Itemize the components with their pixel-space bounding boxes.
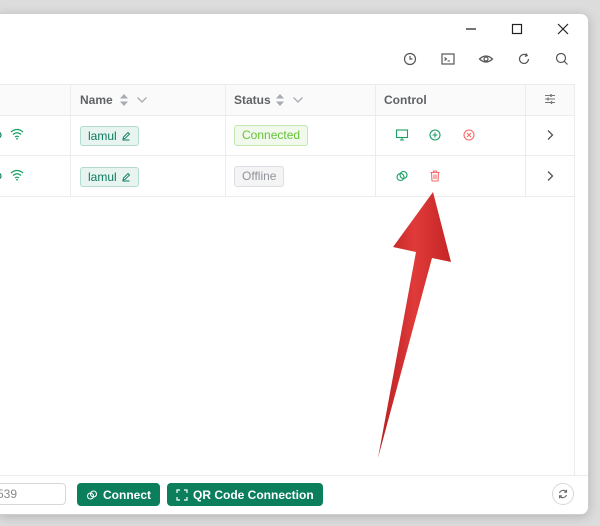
wifi-icon	[10, 169, 24, 181]
trash-icon[interactable]	[428, 169, 442, 183]
close-window-button[interactable]	[540, 14, 586, 44]
content-right-border	[574, 84, 575, 476]
column-divider	[525, 85, 526, 115]
partial-text-glyph	[0, 132, 2, 138]
link-icon	[86, 489, 98, 500]
address-input[interactable]	[0, 483, 66, 505]
device-name: lamul	[88, 170, 117, 184]
column-header-name[interactable]: Name	[80, 93, 113, 107]
toolbar	[0, 44, 588, 74]
column-divider	[225, 115, 226, 155]
edit-icon[interactable]	[121, 131, 131, 141]
edit-icon[interactable]	[121, 172, 131, 182]
sort-icon[interactable]	[274, 93, 286, 107]
settings-sliders-icon[interactable]	[543, 92, 557, 106]
eye-icon[interactable]	[478, 51, 494, 67]
search-icon[interactable]	[554, 51, 570, 67]
column-divider	[70, 115, 71, 155]
column-divider	[375, 85, 376, 115]
monitor-icon[interactable]	[395, 128, 409, 142]
table-header: Name Status Control	[0, 84, 574, 116]
column-header-status[interactable]: Status	[234, 93, 271, 107]
title-bar	[0, 14, 588, 44]
column-divider	[225, 156, 226, 196]
x-circle-icon[interactable]	[462, 128, 476, 142]
wifi-icon	[10, 128, 24, 140]
sync-icon	[558, 489, 568, 499]
status-badge: Offline	[234, 166, 285, 187]
app-window: Name Status Control lamul Connected lamu…	[0, 13, 589, 515]
column-divider	[375, 156, 376, 196]
chevron-down-icon[interactable]	[136, 95, 148, 105]
terminal-icon[interactable]	[440, 51, 456, 67]
table-row[interactable]: lamul Offline	[0, 156, 574, 197]
connect-button[interactable]: Connect	[77, 483, 160, 506]
close-icon	[557, 23, 569, 35]
footer-bar: Connect QR Code Connection	[0, 475, 588, 514]
column-header-control: Control	[384, 93, 427, 107]
device-name-tag[interactable]: lamul	[80, 167, 139, 187]
refresh-icon[interactable]	[516, 51, 532, 67]
device-name-tag[interactable]: lamul	[80, 126, 139, 146]
chevron-right-icon[interactable]	[543, 169, 557, 183]
column-divider	[225, 85, 226, 115]
copy-icon[interactable]	[395, 169, 409, 183]
status-badge: Connected	[234, 125, 309, 146]
minimize-icon	[466, 28, 476, 30]
scan-icon	[176, 488, 188, 501]
column-divider	[70, 156, 71, 196]
device-name: lamul	[88, 129, 117, 143]
column-divider	[525, 156, 526, 196]
column-divider	[70, 85, 71, 115]
maximize-icon	[511, 23, 523, 35]
plus-circle-icon[interactable]	[428, 128, 442, 142]
table-row[interactable]: lamul Connected	[0, 115, 574, 156]
partial-text-glyph	[0, 173, 2, 179]
minimize-button[interactable]	[448, 14, 494, 44]
chevron-right-icon[interactable]	[543, 128, 557, 142]
column-divider	[525, 115, 526, 155]
maximize-button[interactable]	[494, 14, 540, 44]
column-divider	[375, 115, 376, 155]
clock-icon[interactable]	[402, 51, 418, 67]
sort-icon[interactable]	[118, 93, 130, 107]
connect-button-label: Connect	[103, 487, 151, 502]
footer-refresh-button[interactable]	[552, 483, 574, 505]
qr-connection-button[interactable]: QR Code Connection	[167, 483, 323, 506]
qr-button-label: QR Code Connection	[193, 487, 314, 502]
chevron-down-icon[interactable]	[292, 95, 304, 105]
